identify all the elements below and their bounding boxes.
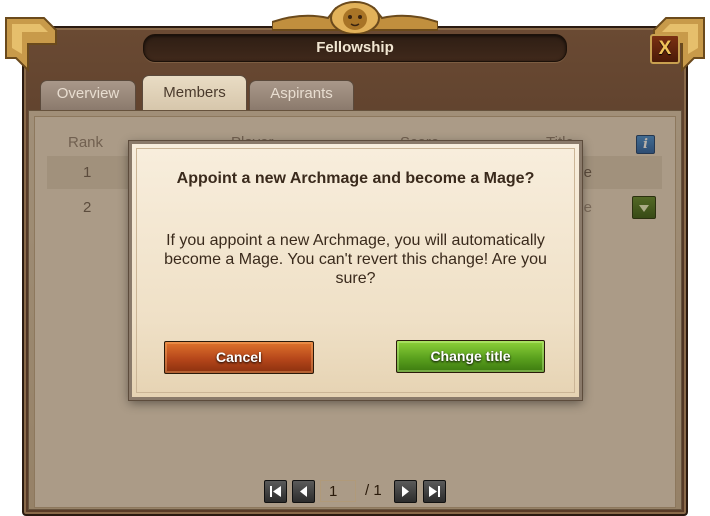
next-page-button[interactable] [394, 480, 417, 503]
tab-members[interactable]: Members [142, 75, 247, 111]
arrow-left-icon [300, 486, 307, 497]
dialog-message: If you appoint a new Archmage, you will … [164, 232, 547, 287]
last-page-button[interactable] [423, 480, 446, 503]
first-page-button[interactable] [264, 480, 287, 503]
window-title: Fellowship [143, 34, 567, 62]
page-number-input[interactable] [320, 480, 356, 502]
tab-overview[interactable]: Overview [40, 80, 136, 110]
skip-last-icon [429, 486, 440, 497]
skip-first-icon [270, 486, 281, 497]
cancel-button[interactable]: Cancel [164, 341, 314, 374]
previous-page-button[interactable] [292, 480, 315, 503]
page-total: / 1 [365, 482, 382, 499]
frame-corner-ornament-left-icon [5, 17, 57, 72]
change-title-button[interactable]: Change title [396, 340, 545, 373]
close-button[interactable]: X [650, 34, 680, 64]
tab-aspirants[interactable]: Aspirants [249, 80, 354, 110]
lion-crest-icon [272, 1, 438, 35]
dialog-title: Appoint a new Archmage and become a Mage… [176, 170, 535, 187]
arrow-right-icon [402, 486, 409, 497]
